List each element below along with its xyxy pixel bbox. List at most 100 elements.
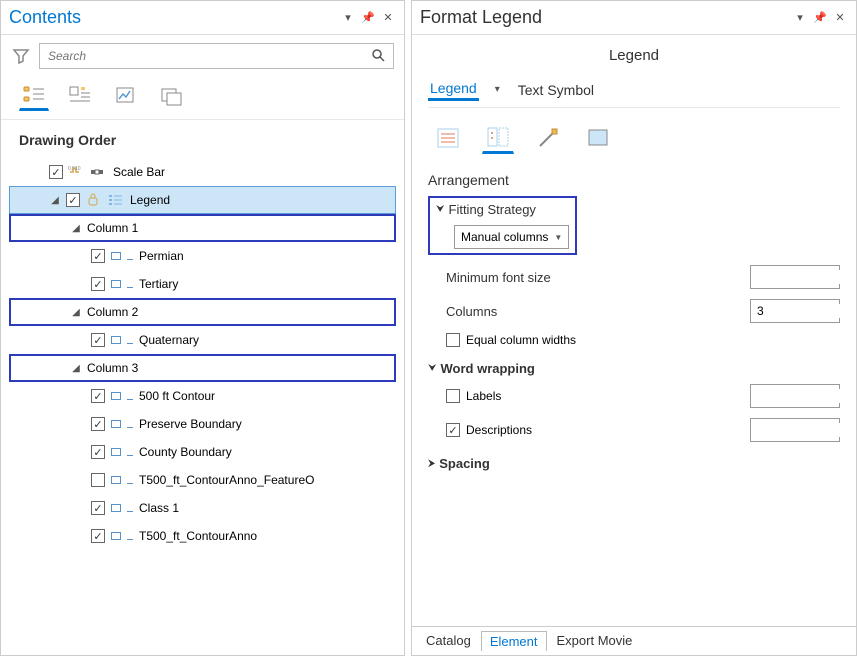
- tree-item[interactable]: ◢Column 2: [9, 298, 396, 326]
- list-by-drawing-order-icon[interactable]: [19, 81, 49, 111]
- symbol-box-icon: [111, 501, 121, 515]
- expand-icon[interactable]: ◢: [71, 223, 81, 233]
- close-icon[interactable]: ✕: [832, 10, 848, 26]
- wrap-desc-checkbox[interactable]: ✓: [446, 423, 460, 437]
- columns-label: Columns: [446, 304, 750, 319]
- lock-icon: 0.510: [69, 165, 85, 179]
- tree-item[interactable]: ✓500 ft Contour: [9, 382, 396, 410]
- symbol-dash-icon: [127, 445, 133, 459]
- wrap-desc-input[interactable]: in ▲▼: [750, 418, 840, 442]
- fitting-strategy-highlight: ⮟ Fitting Strategy Manual columns ▼: [428, 196, 577, 255]
- arrangement-tab-icon[interactable]: [482, 122, 514, 154]
- search-icon[interactable]: [371, 48, 385, 65]
- tree-item-label: Quaternary: [139, 333, 199, 347]
- visibility-checkbox[interactable]: ✓: [91, 445, 105, 459]
- min-font-input[interactable]: pt ▲▼: [750, 265, 840, 289]
- tree-item[interactable]: ✓ T500_ft_ContourAnno: [9, 522, 396, 550]
- close-icon[interactable]: ✕: [380, 10, 396, 26]
- tree-item[interactable]: ✓ 0.510 Scale Bar: [9, 158, 396, 186]
- list-by-snapping-icon[interactable]: [157, 81, 187, 111]
- wrap-labels-label: Labels: [466, 389, 501, 403]
- list-by-source-icon[interactable]: [65, 81, 95, 111]
- format-body: Legend Legend ▾ Text Symbol Arrangement …: [412, 35, 856, 626]
- fitting-strategy-heading[interactable]: ⮟ Fitting Strategy: [436, 202, 569, 217]
- visibility-checkbox[interactable]: ✓: [91, 277, 105, 291]
- visibility-checkbox[interactable]: ✓: [91, 529, 105, 543]
- pin-icon[interactable]: 📌: [812, 10, 828, 26]
- word-wrapping-heading[interactable]: ⮟ Word wrapping: [428, 361, 840, 376]
- expand-icon[interactable]: ◢: [71, 363, 81, 373]
- tab-legend[interactable]: Legend: [428, 78, 479, 101]
- contents-tree[interactable]: ✓0.510Scale Bar◢✓Legend◢Column 1✓Permian…: [1, 158, 404, 655]
- footer-tab-export-movie[interactable]: Export Movie: [549, 631, 641, 651]
- filter-icon[interactable]: [11, 46, 31, 66]
- tree-item[interactable]: ◢✓Legend: [9, 186, 396, 214]
- list-by-selection-icon[interactable]: [111, 81, 141, 111]
- symbol-box-icon: [111, 417, 121, 431]
- menu-dropdown-icon[interactable]: ▾: [792, 10, 808, 26]
- tree-item[interactable]: ✓Tertiary: [9, 270, 396, 298]
- tab-dropdown-icon[interactable]: ▾: [487, 84, 508, 95]
- symbol-dash-icon: [127, 249, 133, 263]
- contents-header: Contents ▾ 📌 ✕: [1, 1, 404, 35]
- visibility-checkbox[interactable]: ✓: [91, 333, 105, 347]
- visibility-checkbox[interactable]: ✓: [91, 417, 105, 431]
- wrap-labels-checkbox[interactable]: [446, 389, 460, 403]
- tree-item[interactable]: ✓ Permian: [9, 242, 396, 270]
- pin-icon[interactable]: 📌: [360, 10, 376, 26]
- visibility-checkbox[interactable]: [91, 473, 105, 487]
- visibility-checkbox[interactable]: ✓: [66, 193, 80, 207]
- columns-row: Columns ▲▼: [428, 299, 840, 323]
- symbol-dash-icon: [127, 529, 133, 543]
- wrap-labels-input[interactable]: in ▲▼: [750, 384, 840, 408]
- tree-item-label: Permian: [139, 249, 184, 263]
- options-tab-icon[interactable]: [432, 122, 464, 154]
- display-tab-icon[interactable]: [532, 122, 564, 154]
- menu-dropdown-icon[interactable]: ▾: [340, 10, 356, 26]
- visibility-checkbox[interactable]: ✓: [49, 165, 63, 179]
- visibility-checkbox[interactable]: ✓: [91, 389, 105, 403]
- tree-item[interactable]: ✓ Preserve Boundary: [9, 410, 396, 438]
- footer-tab-element[interactable]: Element: [481, 631, 547, 651]
- visibility-checkbox[interactable]: ✓: [91, 501, 105, 515]
- columns-input[interactable]: ▲▼: [750, 299, 840, 323]
- symbol-box-icon: [111, 333, 121, 347]
- tree-item[interactable]: T500_ft_ContourAnno_FeatureO: [9, 466, 396, 494]
- tree-item-label: Column 1: [87, 221, 138, 235]
- format-icon-tabs: [428, 122, 840, 154]
- tree-item[interactable]: ✓County Boundary: [9, 438, 396, 466]
- collapse-icon[interactable]: ⮞: [428, 458, 435, 469]
- min-font-value[interactable]: [751, 270, 856, 284]
- tree-item-label: T500_ft_ContourAnno: [139, 529, 257, 543]
- tree-item-label: Scale Bar: [113, 165, 165, 179]
- columns-value[interactable]: [751, 304, 856, 318]
- equal-widths-checkbox[interactable]: [446, 333, 460, 347]
- expand-icon[interactable]: ⮟: [436, 204, 445, 215]
- search-input[interactable]: [48, 49, 371, 63]
- footer-tab-catalog[interactable]: Catalog: [418, 631, 479, 651]
- wrap-desc-label: Descriptions: [466, 423, 532, 437]
- wrap-labels-value[interactable]: [751, 389, 856, 403]
- tree-item-label: Class 1: [139, 501, 179, 515]
- symbol-dash-icon: [127, 417, 133, 431]
- contents-title: Contents: [9, 7, 336, 28]
- spacing-label: Spacing: [439, 456, 490, 471]
- fitting-value: Manual columns: [461, 230, 548, 244]
- min-font-label: Minimum font size: [446, 270, 750, 285]
- expand-icon[interactable]: ⮟: [428, 363, 437, 374]
- tree-item[interactable]: ◢Column 3: [9, 354, 396, 382]
- tree-item[interactable]: ✓ Quaternary: [9, 326, 396, 354]
- expand-icon[interactable]: ◢: [50, 195, 60, 205]
- tab-text-symbol[interactable]: Text Symbol: [516, 80, 596, 100]
- expand-icon[interactable]: ◢: [71, 307, 81, 317]
- tree-item[interactable]: ✓ Class 1: [9, 494, 396, 522]
- search-box[interactable]: [39, 43, 394, 69]
- tree-item[interactable]: ◢ Column 1: [9, 214, 396, 242]
- symbol-box-icon: [111, 473, 121, 487]
- spacing-heading[interactable]: ⮞ Spacing: [428, 456, 840, 471]
- visibility-checkbox[interactable]: ✓: [91, 249, 105, 263]
- wrap-desc-value[interactable]: [751, 423, 856, 437]
- tree-item-label: Preserve Boundary: [139, 417, 242, 431]
- fitting-strategy-dropdown[interactable]: Manual columns ▼: [454, 225, 569, 249]
- placement-tab-icon[interactable]: [582, 122, 614, 154]
